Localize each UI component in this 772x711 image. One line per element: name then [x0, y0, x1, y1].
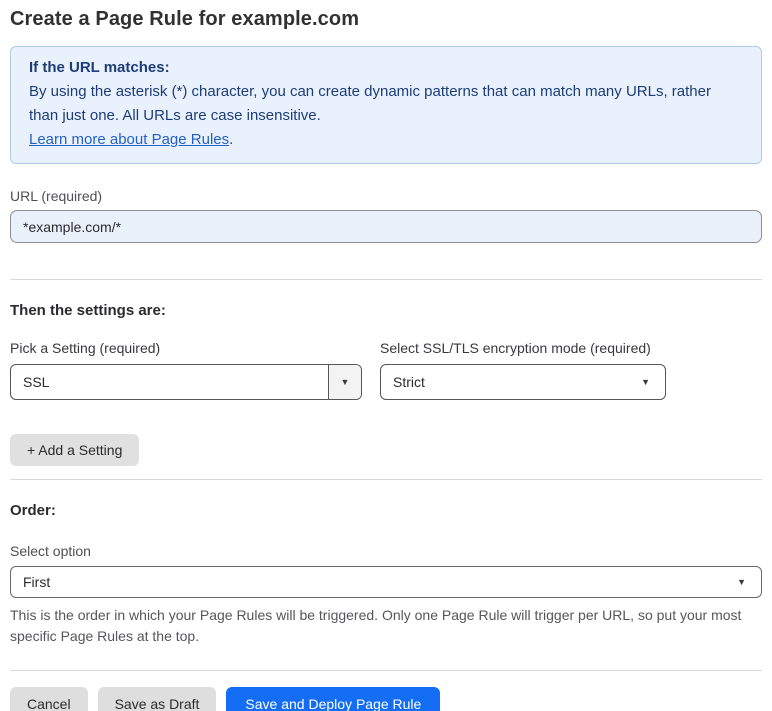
save-deploy-button[interactable]: Save and Deploy Page Rule [226, 687, 441, 711]
info-banner-link-line: Learn more about Page Rules. [29, 128, 743, 152]
add-setting-button[interactable]: + Add a Setting [10, 434, 140, 466]
mode-picker-label: Select SSL/TLS encryption mode (required… [380, 340, 651, 356]
form-actions: Cancel Save as Draft Save and Deploy Pag… [10, 687, 762, 711]
ssl-mode-dropdown[interactable]: Strict ▼ [380, 364, 666, 400]
chevron-down-icon: ▼ [737, 576, 746, 587]
settings-heading: Then the settings are: [10, 302, 166, 319]
order-help-text: This is the order in which your Page Rul… [10, 607, 742, 644]
save-draft-button[interactable]: Save as Draft [97, 687, 217, 711]
setting-picker-label: Pick a Setting (required) [10, 340, 161, 356]
page-title: Create a Page Rule for example.com [10, 8, 360, 30]
url-field-label: URL (required) [10, 188, 103, 204]
info-banner-body: By using the asterisk (*) character, you… [29, 83, 711, 124]
page-rule-form: Create a Page Rule for example.com If th… [0, 0, 772, 711]
setting-picker-column: Pick a Setting (required) SSL ▼ [10, 319, 362, 400]
url-input[interactable] [10, 210, 762, 243]
settings-row: Pick a Setting (required) SSL ▼ Select S… [10, 319, 762, 400]
chevron-down-icon: ▼ [340, 376, 350, 387]
link-suffix: . [229, 131, 234, 148]
divider [10, 279, 762, 280]
caret-segment: ▼ [328, 365, 361, 399]
order-select-label: Select option [10, 543, 91, 559]
setting-picker-value: SSL [23, 374, 50, 390]
chevron-down-icon: ▼ [641, 376, 650, 387]
cancel-button[interactable]: Cancel [10, 687, 88, 711]
ssl-mode-value: Strict [393, 374, 425, 390]
order-dropdown[interactable]: First ▼ [10, 566, 762, 598]
setting-picker-dropdown[interactable]: SSL ▼ [10, 364, 362, 400]
order-heading: Order: [10, 502, 56, 519]
mode-picker-column: Select SSL/TLS encryption mode (required… [380, 319, 666, 400]
order-value: First [23, 574, 51, 590]
info-banner-heading: If the URL matches: [29, 59, 170, 76]
info-banner: If the URL matches: By using the asteris… [10, 46, 762, 164]
divider [10, 479, 762, 480]
divider [10, 670, 762, 671]
learn-more-link[interactable]: Learn more about Page Rules [29, 131, 229, 148]
